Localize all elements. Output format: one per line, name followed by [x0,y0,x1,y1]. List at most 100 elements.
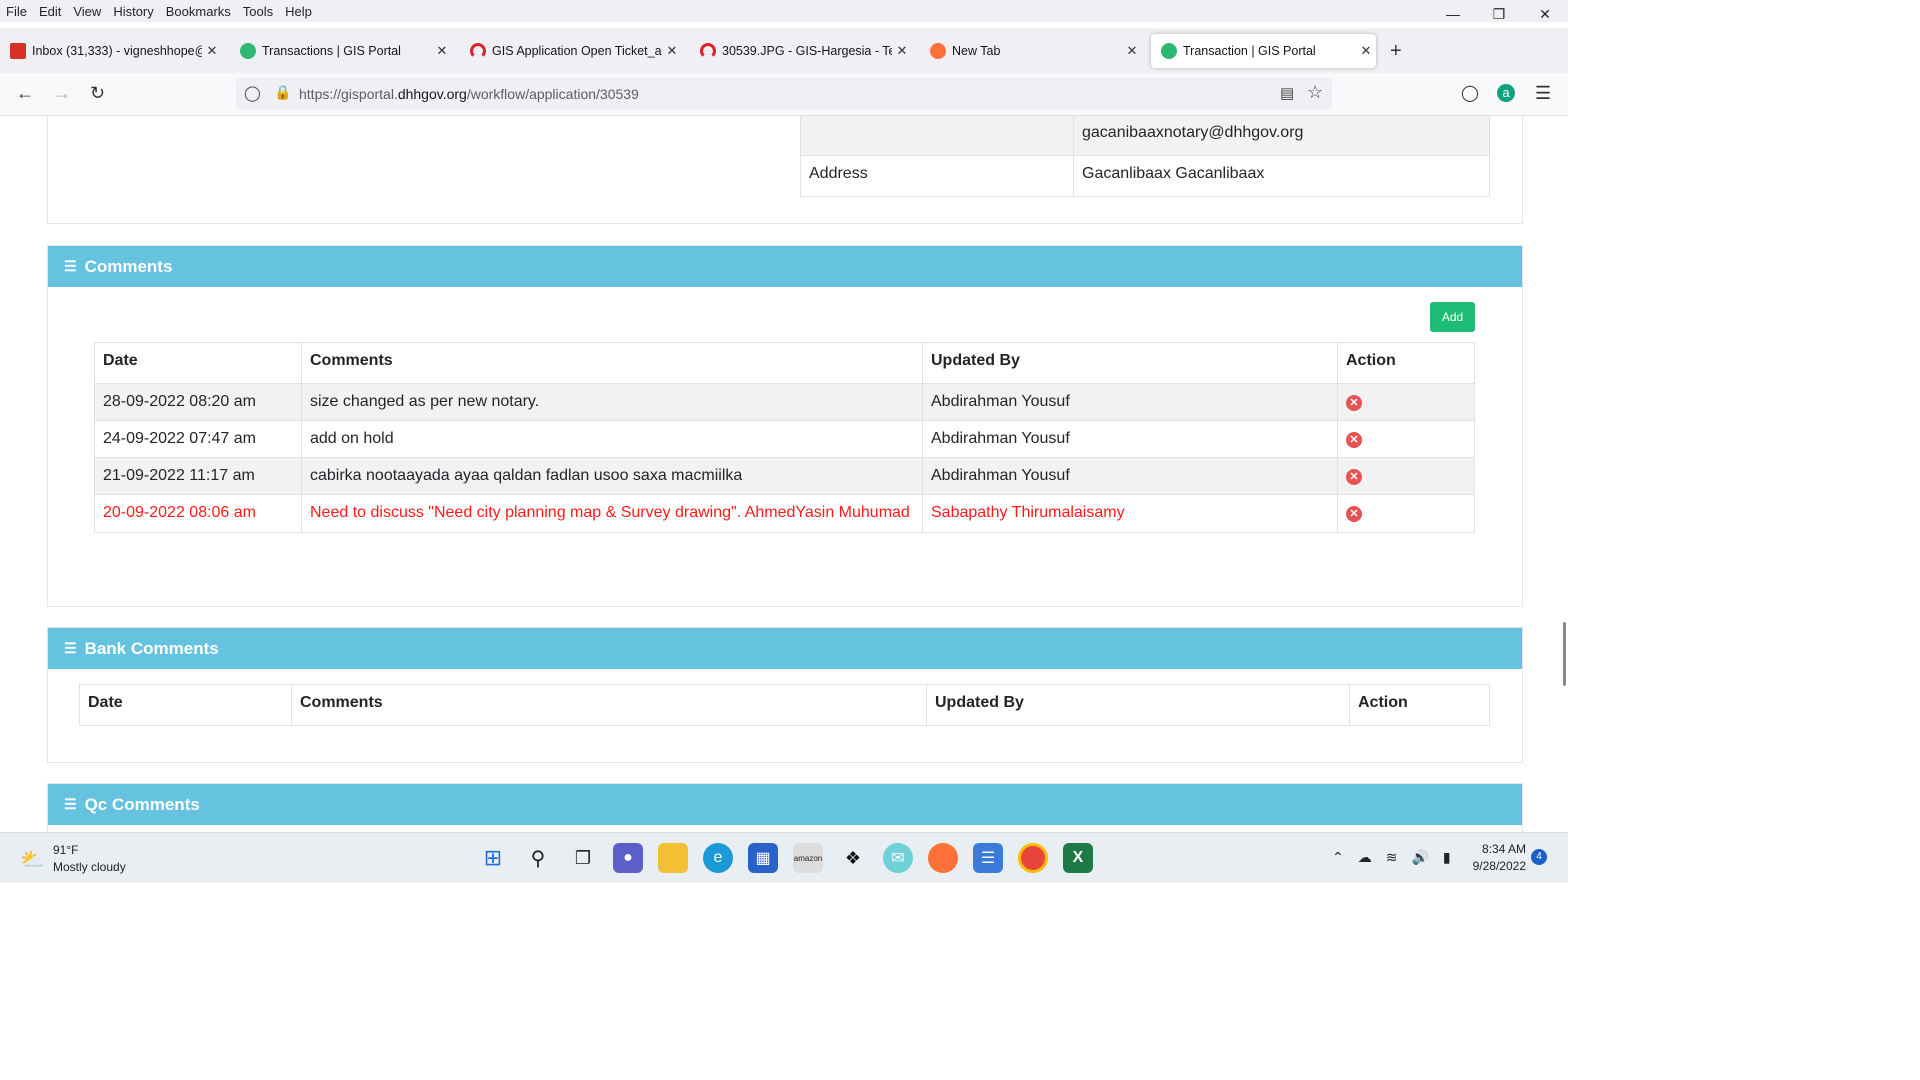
atlassian-icon [470,43,486,59]
chat-app-icon[interactable]: ✉ [883,843,913,873]
wifi-icon[interactable]: ≋ [1386,849,1398,866]
comment-text: add on hold [301,420,923,458]
gmail-icon [10,43,26,59]
column-header: Action [1349,684,1490,726]
field-label: Address [800,155,1074,197]
menu-edit[interactable]: Edit [33,4,67,19]
comment-date: 20-09-2022 08:06 am [94,494,302,533]
menu-file[interactable]: File [0,4,33,19]
clock-date: 9/28/2022 [1472,859,1526,873]
extension-icon[interactable]: a [1497,84,1515,102]
notification-badge[interactable]: 4 [1531,849,1547,865]
chrome-icon[interactable] [1018,843,1048,873]
column-header: Action [1337,342,1475,384]
restore-icon[interactable]: ❐ [1476,0,1522,28]
menu-help[interactable]: Help [279,4,318,19]
url-text[interactable]: https://gisportal.dhhgov.org/workflow/ap… [299,86,639,102]
comment-text: Need to discuss "Need city planning map … [301,494,923,533]
table-header-row: Date Comments Updated By Action [79,684,1490,726]
tab-gmail[interactable]: Inbox (31,333) - vigneshhope@g ✕ [0,34,222,68]
field-value: gacanibaaxnotary@dhhgov.org [1073,116,1490,156]
clock[interactable]: 8:34 AM 9/28/2022 [1466,841,1526,875]
action-cell: ✕ [1337,494,1475,533]
hamburger-menu-icon[interactable]: ☰ [1535,83,1551,104]
lock-icon[interactable]: 🔒 [274,84,291,101]
scroll-thumb[interactable] [1563,622,1566,686]
edge-icon[interactable]: e [703,843,733,873]
tab-open-ticket[interactable]: GIS Application Open Ticket_as ✕ [460,34,682,68]
chevron-up-icon[interactable]: ⌃ [1332,849,1344,866]
store-icon[interactable]: ▦ [748,843,778,873]
firefox-icon[interactable] [928,843,958,873]
dropbox-icon[interactable]: ❖ [838,843,868,873]
reload-icon[interactable]: ↻ [90,83,105,104]
notepad-icon[interactable]: ☰ [973,843,1003,873]
comments-header: ☰ Comments [48,246,1522,287]
delete-icon[interactable]: ✕ [1346,432,1362,448]
menu-history[interactable]: History [107,4,159,19]
shield-icon[interactable]: ◯ [244,84,261,102]
minimize-icon[interactable]: — [1430,0,1476,28]
qc-comments-title: Qc Comments [84,794,200,814]
battery-icon[interactable]: ▮ [1443,849,1451,866]
action-cell: ✕ [1337,420,1475,458]
task-view-icon[interactable]: ❐ [568,843,598,873]
search-icon[interactable]: ⚲ [523,843,553,873]
comment-author: Sabapathy Thirumalaisamy [922,494,1338,533]
taskbar-apps: ⊞ ⚲ ❐ ● e ▦ amazon ❖ ✉ ☰ X [478,843,1093,873]
tab-30539-jpg[interactable]: 30539.JPG - GIS-Hargesia - Tear ✕ [690,34,912,68]
tab-transactions[interactable]: Transactions | GIS Portal ✕ [230,34,452,68]
firefox-icon [930,43,946,59]
comments-card: ☰ Comments Date Comments Updated By Acti… [47,245,1523,607]
menu-tools[interactable]: Tools [237,4,279,19]
navigation-bar: ← → ↻ ◯ 🔒 https://gisportal.dhhgov.org/w… [0,73,1568,116]
teams-chat-icon[interactable]: ● [613,843,643,873]
tab-title: 30539.JPG - GIS-Hargesia - Tear [722,44,892,58]
close-tab-icon[interactable]: ✕ [1356,43,1376,59]
tab-new-tab[interactable]: New Tab ✕ [920,34,1142,68]
gis-portal-icon [240,43,256,59]
volume-icon[interactable]: 🔊 [1411,849,1428,866]
amazon-icon[interactable]: amazon [793,843,823,873]
windows-start-icon[interactable]: ⊞ [478,843,508,873]
column-header: Comments [291,684,927,726]
clock-time: 8:34 AM [1481,842,1526,856]
action-cell: ✕ [1337,457,1475,495]
comments-title: Comments [84,256,173,276]
close-window-icon[interactable]: ✕ [1522,0,1568,28]
close-tab-icon[interactable]: ✕ [432,43,452,59]
onedrive-icon[interactable]: ☁ [1358,849,1372,866]
close-tab-icon[interactable]: ✕ [662,43,682,59]
menu-bar: File Edit View History Bookmarks Tools H… [0,0,1568,22]
pocket-icon[interactable]: ◯ [1461,83,1479,103]
tab-strip: Inbox (31,333) - vigneshhope@g ✕ Transac… [0,28,1568,73]
delete-icon[interactable]: ✕ [1346,506,1362,522]
excel-icon[interactable]: X [1063,843,1093,873]
applicant-details-card: gacanibaaxnotary@dhhgov.org Address Gaca… [47,116,1523,224]
forward-icon[interactable]: → [53,83,71,104]
address-bar[interactable]: ◯ 🔒 https://gisportal.dhhgov.org/workflo… [236,78,1332,110]
new-tab-icon[interactable]: + [1390,40,1402,63]
close-tab-icon[interactable]: ✕ [202,43,222,59]
back-icon[interactable]: ← [16,83,34,104]
delete-icon[interactable]: ✕ [1346,469,1362,485]
bank-comments-header: ☰ Bank Comments [48,628,1522,669]
menu-bookmarks[interactable]: Bookmarks [160,4,237,19]
bookmark-star-icon[interactable]: ☆ [1307,82,1323,103]
comment-text: cabirka nootaayada ayaa qaldan fadlan us… [301,457,923,495]
bank-comments-title: Bank Comments [84,638,219,658]
file-explorer-icon[interactable] [658,843,688,873]
tab-transaction-active[interactable]: Transaction | GIS Portal ✕ [1151,34,1376,68]
page-scrollbar[interactable] [1560,116,1568,832]
add-comment-button[interactable]: Add [1430,302,1475,332]
action-cell: ✕ [1337,383,1475,421]
list-icon: ☰ [64,258,77,274]
menu-view[interactable]: View [67,4,107,19]
table-row: Address Gacanlibaax Gacanlibaax [800,155,1490,197]
field-label [800,116,1074,156]
delete-icon[interactable]: ✕ [1346,395,1362,411]
tab-title: Transaction | GIS Portal [1183,44,1316,58]
close-tab-icon[interactable]: ✕ [1122,43,1142,59]
reader-view-icon[interactable]: ▤ [1280,84,1294,102]
close-tab-icon[interactable]: ✕ [892,43,912,59]
